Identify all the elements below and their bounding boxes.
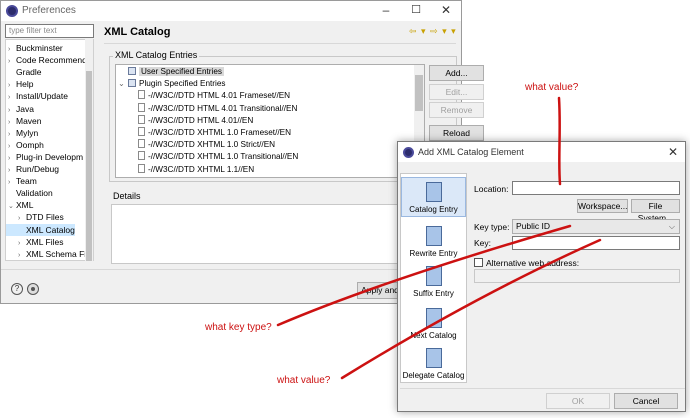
annotation-lines xyxy=(276,96,602,380)
annotation-bottom: what value? xyxy=(277,375,331,386)
annotation-top: what value? xyxy=(525,82,579,93)
annotation-line-bottom xyxy=(340,238,602,380)
annotation-line-top xyxy=(557,96,562,186)
annotation-middle: what key type? xyxy=(205,322,272,333)
